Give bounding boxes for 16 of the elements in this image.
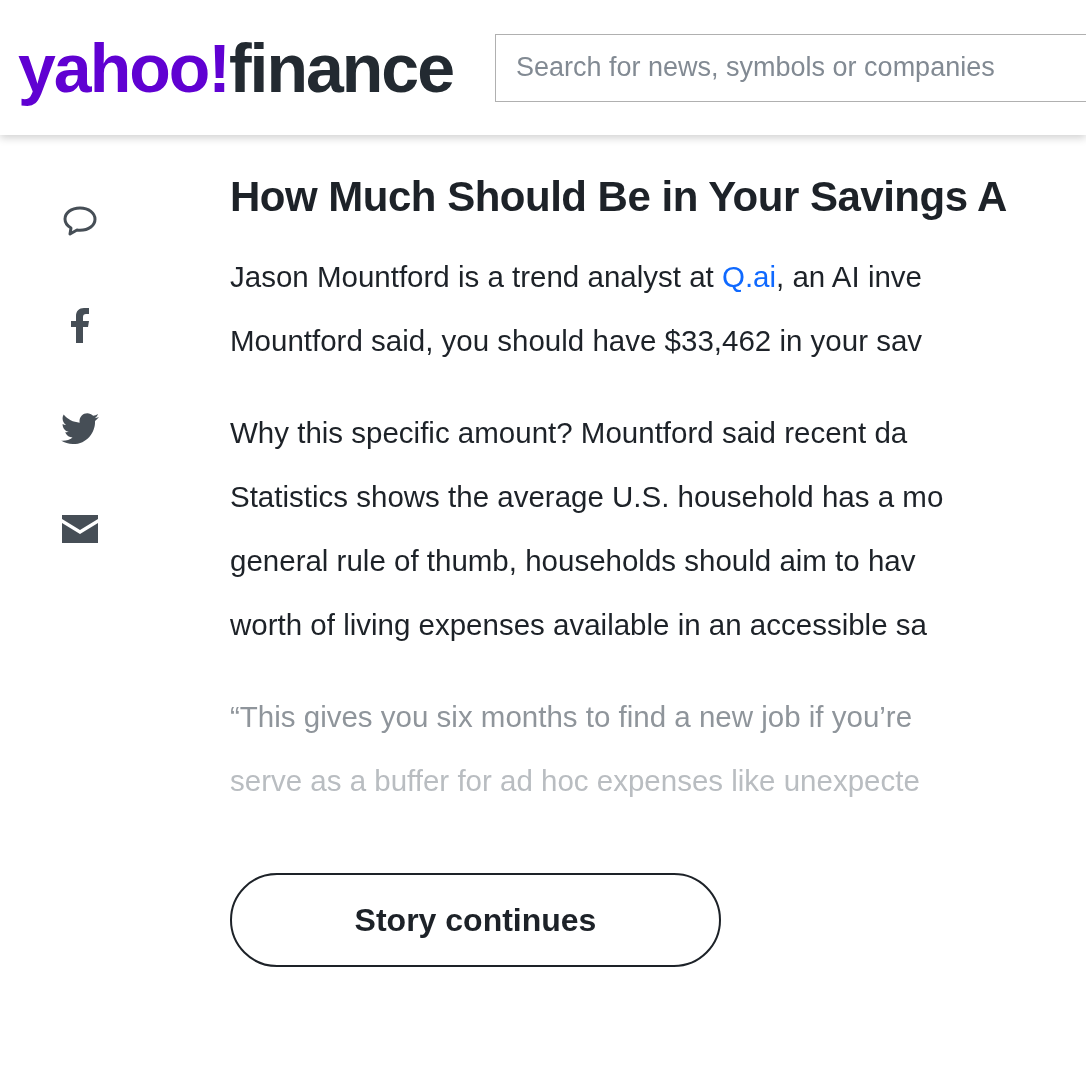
bird-icon[interactable] [61,413,99,445]
faded-text-line: serve as a buffer for ad hoc expenses like unexpecte [230,763,921,799]
article-text-line: Jason Mountford is a trend analyst at Q.ai, an AI inve [230,259,923,295]
headline: How Much Should Be in Your Savings A [230,172,1007,222]
comment-icon[interactable] [62,205,98,237]
facebook-icon[interactable] [70,307,90,343]
faded-text-line: “This gives you six months to find a new job if you’re [230,699,914,735]
article-text-line: worth of living expenses available in an accessible sa [230,607,928,643]
story-continues-button[interactable]: Story continues [230,873,721,967]
article-text-line: Why this specific amount? Mountford said recent da [230,415,909,451]
article-text-line: Statistics shows the average U.S. household has a mo [230,479,945,515]
article-text-line: Mountford said, you should have $33,462 in your sav [230,323,924,359]
search-field[interactable]: Search for news, symbols or companies [495,33,1086,102]
article-text-line: general rule of thumb, households should aim to hav [230,543,917,579]
mail-icon[interactable] [62,515,98,543]
link[interactable]: Q.ai [721,260,777,293]
